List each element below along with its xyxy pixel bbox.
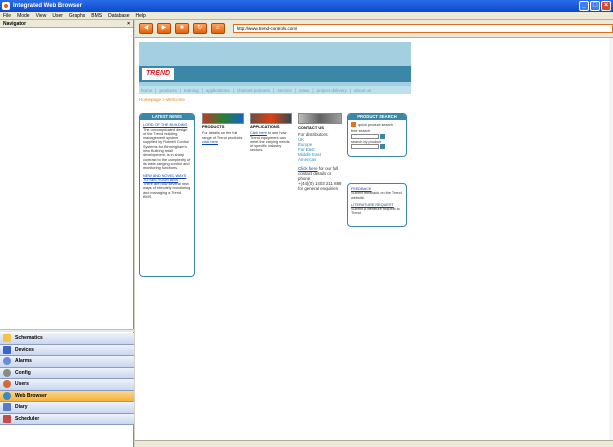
region-americas[interactable]: Americas <box>298 157 342 162</box>
products-thumbnail[interactable] <box>202 113 244 124</box>
minimize-button[interactable]: _ <box>579 1 589 11</box>
site-nav-project-delivery[interactable]: project delivery <box>317 88 347 93</box>
devices-icon <box>3 345 11 354</box>
window-title-bar: Integrated Web Browser _ □ × <box>0 0 613 12</box>
quick-search-icon[interactable] <box>351 122 356 128</box>
product-search-go-button[interactable] <box>380 144 386 150</box>
menu-mode[interactable]: Mode <box>17 13 30 19</box>
applications-column: APPLICATIONS Click here to see how Trend… <box>250 113 292 153</box>
site-nav: home | products | training | applications | … <box>139 86 411 94</box>
applications-title[interactable]: APPLICATIONS <box>250 124 292 129</box>
address-field[interactable]: http://www.trend-controls.com/ <box>232 24 613 33</box>
literature-request-text: Submit a literature request to Trend. <box>351 207 400 216</box>
nav-item-label: Diary <box>15 404 28 411</box>
site-brand-bar: TREND <box>139 66 411 82</box>
products-column: PRODUCTS For details on the full range o… <box>202 113 244 144</box>
menu-graphs[interactable]: Graphs <box>69 13 85 19</box>
applications-thumbnail[interactable] <box>250 113 292 124</box>
contact-thumbnail[interactable] <box>298 113 342 124</box>
stop-button[interactable]: ■ <box>174 23 189 34</box>
navigator-panel: Navigator × Schematics Devices Alarms Co… <box>0 20 134 447</box>
quick-search-label[interactable]: quick product search <box>358 123 393 127</box>
products-title[interactable]: PRODUCTS <box>202 124 244 129</box>
web-browser-icon <box>3 391 11 400</box>
nav-item-alarms[interactable]: Alarms <box>0 356 134 368</box>
nav-item-label: Scheduler <box>15 415 40 422</box>
contact-title[interactable]: CONTACT US <box>298 125 342 130</box>
nav-item-users[interactable]: Users <box>0 379 134 391</box>
schematics-icon <box>3 334 11 343</box>
refresh-button[interactable]: ↻ <box>192 23 207 34</box>
web-content: TREND home | products | training | applicat… <box>135 38 613 447</box>
status-bar <box>135 440 613 447</box>
nav-item-diary[interactable]: Diary <box>0 402 134 414</box>
back-button[interactable]: ◀ <box>139 23 153 34</box>
site-nav-products[interactable]: products <box>159 88 176 93</box>
nav-item-web-browser[interactable]: Web Browser <box>0 390 134 402</box>
news-text-2: There are now several new ways of remote… <box>143 182 191 200</box>
news-link-new-and-novel[interactable]: NEW AND NOVEL WAYS TO SEE YOUR BMS <box>143 174 191 183</box>
site-nav-service[interactable]: service <box>277 88 291 93</box>
menu-database[interactable]: Database <box>108 13 129 19</box>
breadcrumb[interactable]: Homepage > Welcome <box>139 97 411 102</box>
news-link-lord-of-the-building[interactable]: LORD OF THE BUILDING <box>143 123 191 127</box>
contact-column: CONTACT US For distributors: UK Europe F… <box>298 113 342 191</box>
site-nav-news[interactable]: news <box>299 88 310 93</box>
site-nav-applications[interactable]: applications <box>206 88 230 93</box>
feedback-text: Submit feedback on the Trend website. <box>351 191 402 200</box>
scheduler-icon <box>3 414 11 423</box>
nav-item-config[interactable]: Config <box>0 367 134 379</box>
feedback-box: FEEDBACK Submit feedback on the Trend we… <box>347 183 407 227</box>
nav-item-label: Users <box>15 381 29 388</box>
nav-item-label: Web Browser <box>15 392 47 399</box>
product-search-box: PRODUCT SEARCH quick product search free… <box>347 113 407 157</box>
navigator-header: Navigator × <box>0 20 133 28</box>
nav-item-label: Devices <box>15 346 34 353</box>
nav-item-label: Config <box>15 369 31 376</box>
nav-item-schematics[interactable]: Schematics <box>0 333 134 345</box>
menu-view[interactable]: View <box>36 13 47 19</box>
navigator-splitter[interactable] <box>0 329 134 332</box>
products-text: For details on the full range of Trend p… <box>202 131 243 140</box>
site-nav-training[interactable]: training <box>184 88 199 93</box>
latest-news-box: LATEST NEWS LORD OF THE BUILDING The unc… <box>139 113 195 277</box>
navigator-title: Navigator <box>3 20 27 27</box>
menu-file[interactable]: File <box>3 13 11 19</box>
forward-button[interactable]: ▶ <box>156 23 171 34</box>
site-nav-home[interactable]: home <box>141 88 152 93</box>
nav-item-scheduler[interactable]: Scheduler <box>0 413 134 425</box>
site-nav-channel-partners[interactable]: channel partners <box>237 88 271 93</box>
alarms-icon <box>3 357 11 366</box>
vertical-scrollbar[interactable] <box>609 38 613 447</box>
products-click-here-link[interactable]: click here <box>202 140 218 144</box>
free-search-go-button[interactable] <box>380 133 386 139</box>
home-button[interactable]: ⌂ <box>210 23 225 34</box>
close-button[interactable]: × <box>601 1 611 11</box>
app-icon <box>2 2 10 10</box>
maximize-button[interactable]: □ <box>590 1 600 11</box>
config-icon <box>3 368 11 377</box>
menu-bar: File Mode View User Graphs BMS Database … <box>0 12 613 20</box>
window-controls: _ □ × <box>579 1 611 11</box>
trend-logo[interactable]: TREND <box>142 68 174 80</box>
diary-icon <box>3 403 11 412</box>
site-nav-about-us[interactable]: about us <box>354 88 371 93</box>
nav-item-label: Alarms <box>15 358 32 365</box>
menu-user[interactable]: User <box>52 13 63 19</box>
menu-bms[interactable]: BMS <box>91 13 102 19</box>
menu-help[interactable]: Help <box>136 13 146 19</box>
site-header-band <box>139 42 411 66</box>
window-title: Integrated Web Browser <box>13 3 82 9</box>
navigator-close-icon[interactable]: × <box>127 21 130 27</box>
product-select[interactable] <box>351 144 379 150</box>
nav-item-devices[interactable]: Devices <box>0 344 134 356</box>
free-search-input[interactable] <box>351 133 379 139</box>
users-icon <box>3 380 11 389</box>
navigator-items: Schematics Devices Alarms Config Users W… <box>0 333 134 425</box>
trend-website: TREND home | products | training | applicat… <box>139 42 411 277</box>
contact-phone-suffix: for general enquiries <box>298 186 339 191</box>
browser-toolbar: ◀ ▶ ■ ↻ ⌂ http://www.trend-controls.com/ <box>135 20 613 38</box>
news-text-1: The uncomplicated design of the Trend bu… <box>143 127 191 171</box>
nav-item-label: Schematics <box>15 335 43 342</box>
